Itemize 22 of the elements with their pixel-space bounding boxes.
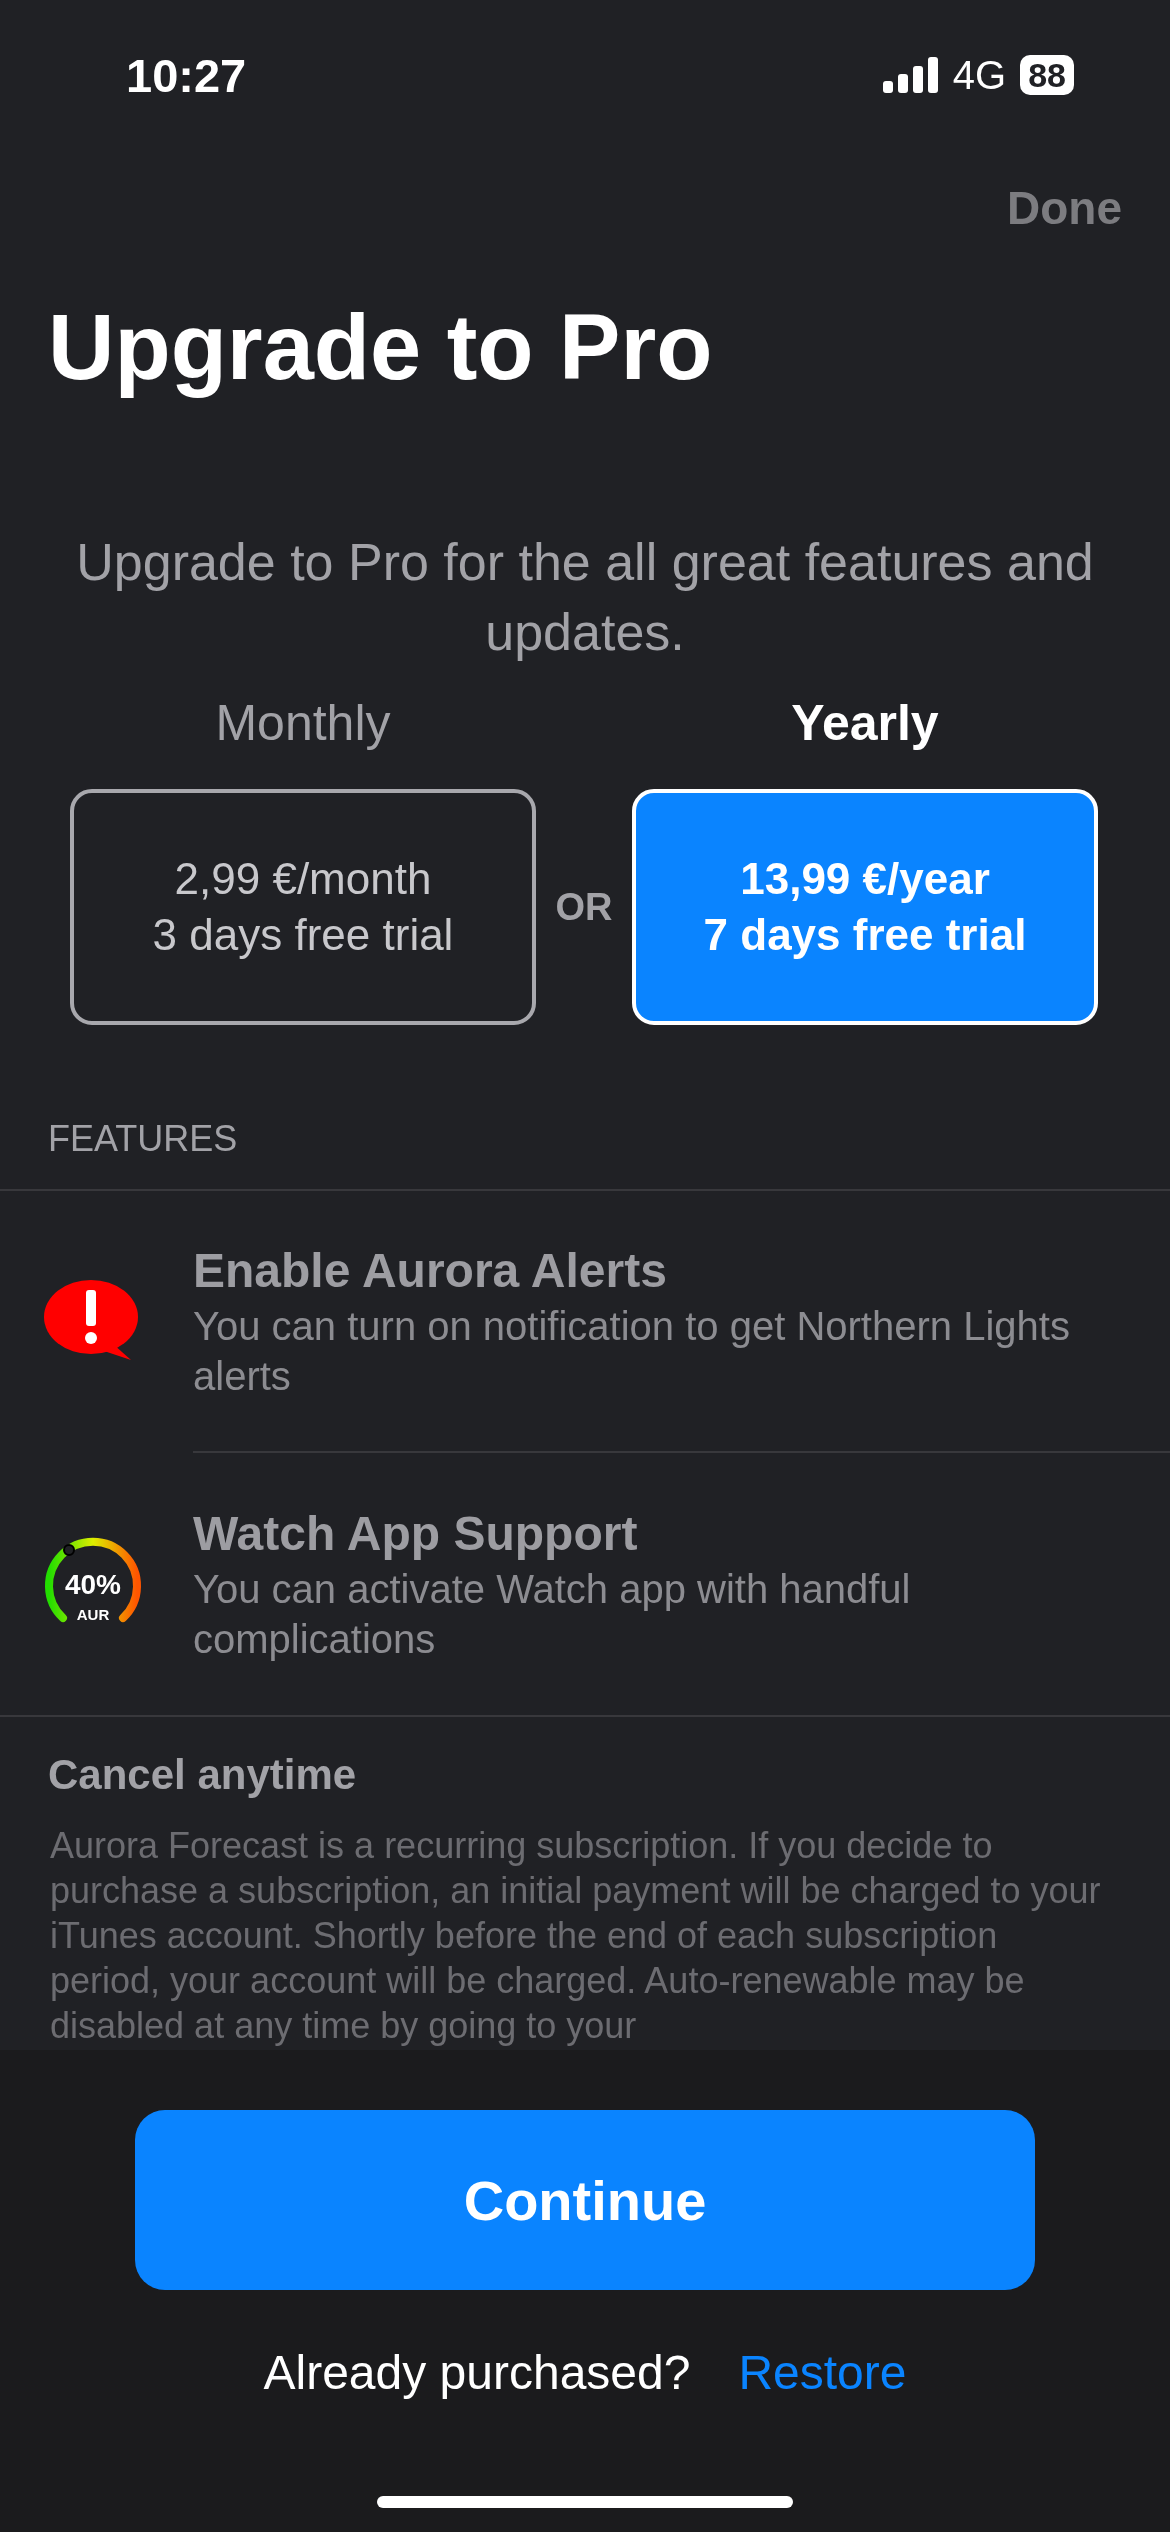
feature-title: Watch App Support [193, 1506, 639, 1562]
plan-option[interactable]: 2,99 €/month 3 days free trial [70, 789, 536, 1025]
section-header: FEATURES [48, 1119, 239, 1161]
feature-description: You can turn on notification to get Northern Lights alerts [193, 1303, 1071, 1400]
plan-option[interactable]: 13,99 €/year 7 days free trial [632, 789, 1098, 1025]
feature-title: Enable Aurora Alerts [193, 1243, 668, 1299]
plan-label: Monthly [214, 694, 392, 753]
plan-label: Yearly [790, 694, 940, 753]
done-button[interactable]: Done [1007, 180, 1122, 235]
restore-prompt: Already purchased? [263, 2345, 691, 2400]
restore-link[interactable]: Restore [738, 2345, 907, 2400]
or-label: OR [554, 885, 614, 929]
status-time: 10:27 [126, 47, 247, 103]
network-label: 4G [952, 52, 1007, 98]
battery-indicator: 88 [1020, 55, 1074, 95]
continue-button[interactable]: Continue [135, 2110, 1035, 2290]
terms-title: Cancel anytime [48, 1750, 358, 1800]
page-title: Upgrade to Pro [47, 295, 714, 400]
feature-description: You can activate Watch app with handful complications [193, 1566, 912, 1663]
terms-text: Aurora Forecast is a recurring subscription. If you decide to purchase a subscription, an initial payment will be charged to your iTunes account. Shortly before the end of each subscription period, your account will be charged. Auto-renewable may be disabled at any time by going to your [50, 1824, 1102, 2048]
signal-icon [882, 57, 939, 93]
subtitle: Upgrade to Pro for the all great features and updates. [75, 532, 1095, 663]
